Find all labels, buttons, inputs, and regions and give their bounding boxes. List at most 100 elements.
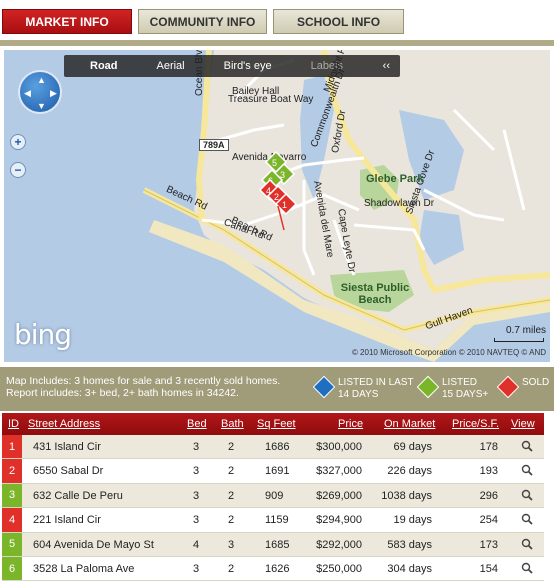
row-bed: 3 — [193, 489, 200, 502]
tab-community-info[interactable]: COMMUNITY INFO — [138, 9, 267, 34]
row-price-sf: 173 — [479, 538, 498, 551]
magnifier-icon[interactable] — [521, 513, 533, 525]
route-shield: 789A — [199, 139, 229, 151]
map-label: Ocean Blvd — [194, 50, 205, 96]
row-address: 221 Island Cir — [33, 514, 101, 527]
col-bath[interactable]: Bath — [221, 418, 244, 430]
row-bed: 3 — [193, 562, 200, 575]
collapse-toolbar-button[interactable]: ‹‹ — [373, 60, 400, 72]
map-summary: Map Includes: 3 homes for sale and 3 rec… — [6, 375, 280, 399]
table-row[interactable]: 3 632 Calle De Peru 3 2 909 $269,000 1038 days… — [2, 483, 544, 509]
diamond-icon — [416, 375, 440, 399]
bing-logo: bing — [14, 318, 72, 351]
row-on-market: 19 days — [393, 514, 432, 527]
col-on-market[interactable]: On Market — [384, 418, 435, 430]
summary-line-2: Report includes: 3+ bed, 2+ bath homes i… — [6, 387, 239, 399]
row-bath: 2 — [228, 514, 235, 527]
magnifier-icon[interactable] — [521, 489, 533, 501]
row-price: $269,000 — [316, 489, 362, 502]
legend-label: 15 DAYS+ — [442, 389, 489, 400]
scale-label: 0.7 miles — [505, 325, 546, 336]
legend-sold: SOLD — [496, 375, 549, 399]
legend-bar: Map Includes: 3 homes for sale and 3 rec… — [0, 367, 554, 411]
row-address: 6550 Sabal Dr — [33, 465, 104, 478]
pan-down-icon[interactable]: ▼ — [37, 102, 46, 111]
map-mode-birds-eye[interactable]: Bird's eye — [198, 60, 285, 72]
tab-school-info[interactable]: SCHOOL INFO — [273, 9, 404, 34]
row-bed: 3 — [193, 465, 200, 478]
pan-right-icon[interactable]: ▶ — [50, 89, 57, 98]
row-on-market: 583 days — [387, 538, 432, 551]
tab-band — [0, 40, 554, 46]
row-price: $250,000 — [316, 562, 362, 575]
map-mode-road[interactable]: Road — [64, 60, 131, 72]
tab-bar: MARKET INFO COMMUNITY INFO SCHOOL INFO — [0, 0, 554, 44]
park-label: Siesta Public Beach — [340, 282, 410, 306]
row-on-market: 69 days — [393, 441, 432, 453]
legend-label: LISTED — [442, 377, 478, 388]
row-price-sf: 296 — [479, 489, 498, 502]
magnifier-icon[interactable] — [521, 538, 533, 550]
map-label: Shadowlawn Dr — [364, 198, 435, 209]
park-label: Glebe Park — [366, 173, 424, 185]
listings-table: ID Street Address Bed Bath Sq Feet Price… — [2, 413, 544, 581]
marker-label: 2 — [274, 192, 279, 202]
row-sqft: 1626 — [265, 562, 290, 575]
zoom-out-button[interactable]: − — [10, 162, 26, 178]
col-id[interactable]: ID — [8, 418, 19, 430]
tab-market-info[interactable]: MARKET INFO — [2, 9, 132, 34]
col-sqft[interactable]: Sq Feet — [257, 418, 296, 430]
row-id: 4 — [2, 508, 22, 532]
table-row[interactable]: 1 431 Island Cir 3 2 1686 $300,000 69 days 178 — [2, 435, 544, 460]
map-copyright: © 2010 Microsoft Corporation © 2010 NAVT… — [351, 348, 546, 357]
scale-bar — [494, 338, 544, 342]
row-address: 632 Calle De Peru — [33, 489, 123, 502]
row-address: 3528 La Paloma Ave — [33, 562, 135, 575]
map-view[interactable]: Road Aerial Bird's eye Labels ‹‹ ▲ ▼ ◀ ▶… — [4, 50, 550, 362]
row-sqft: 1685 — [265, 538, 290, 551]
row-bath: 3 — [228, 538, 235, 551]
row-sqft: 1686 — [265, 441, 290, 453]
col-view[interactable]: View — [511, 418, 535, 430]
row-price-sf: 154 — [479, 562, 498, 575]
diamond-icon — [496, 375, 520, 399]
map-mode-aerial[interactable]: Aerial — [131, 60, 198, 72]
marker-label: 5 — [272, 158, 277, 168]
table-row[interactable]: 6 3528 La Paloma Ave 3 2 1626 $250,000 304 day… — [2, 556, 544, 581]
row-price-sf: 193 — [479, 465, 498, 478]
row-bed: 4 — [193, 538, 200, 551]
row-price: $294,900 — [316, 514, 362, 527]
row-id: 1 — [2, 435, 22, 459]
row-address: 604 Avenida De Mayo St — [33, 538, 154, 551]
pan-up-icon[interactable]: ▲ — [37, 76, 46, 85]
legend-listed-15plus: LISTED 15 DAYS+ — [416, 375, 489, 401]
row-price: $327,000 — [316, 465, 362, 478]
row-price-sf: 178 — [479, 441, 498, 453]
table-header: ID Street Address Bed Bath Sq Feet Price… — [2, 413, 544, 435]
table-row[interactable]: 2 6550 Sabal Dr 3 2 1691 $327,000 226 days 193 — [2, 459, 544, 484]
row-bath: 2 — [228, 562, 235, 575]
diamond-icon — [312, 375, 336, 399]
magnifier-icon[interactable] — [521, 464, 533, 477]
pan-left-icon[interactable]: ◀ — [24, 89, 31, 98]
row-price-sf: 254 — [479, 514, 498, 527]
row-on-market: 1038 days — [381, 489, 432, 502]
summary-line-1: Map Includes: 3 homes for sale and 3 rec… — [6, 375, 281, 387]
zoom-in-button[interactable]: + — [10, 134, 26, 150]
row-price: $292,000 — [316, 538, 362, 551]
magnifier-icon[interactable] — [521, 440, 533, 452]
legend-label: 14 DAYS — [338, 389, 379, 400]
col-address[interactable]: Street Address — [28, 418, 100, 430]
row-on-market: 226 days — [387, 465, 432, 478]
col-price-sf[interactable]: Price/S.F. — [452, 418, 499, 430]
table-row[interactable]: 4 221 Island Cir 3 2 1159 $294,900 19 days 254 — [2, 508, 544, 533]
row-bath: 2 — [228, 489, 235, 502]
legend-label: LISTED IN LAST — [338, 377, 414, 388]
magnifier-icon[interactable] — [521, 562, 533, 574]
col-bed[interactable]: Bed — [187, 418, 207, 430]
col-price[interactable]: Price — [338, 418, 363, 430]
row-id: 6 — [2, 556, 22, 581]
row-address: 431 Island Cir — [33, 441, 101, 453]
table-row[interactable]: 5 604 Avenida De Mayo St 4 3 1685 $292,000 583… — [2, 532, 544, 557]
pan-control[interactable]: ▲ ▼ ◀ ▶ — [18, 70, 62, 114]
